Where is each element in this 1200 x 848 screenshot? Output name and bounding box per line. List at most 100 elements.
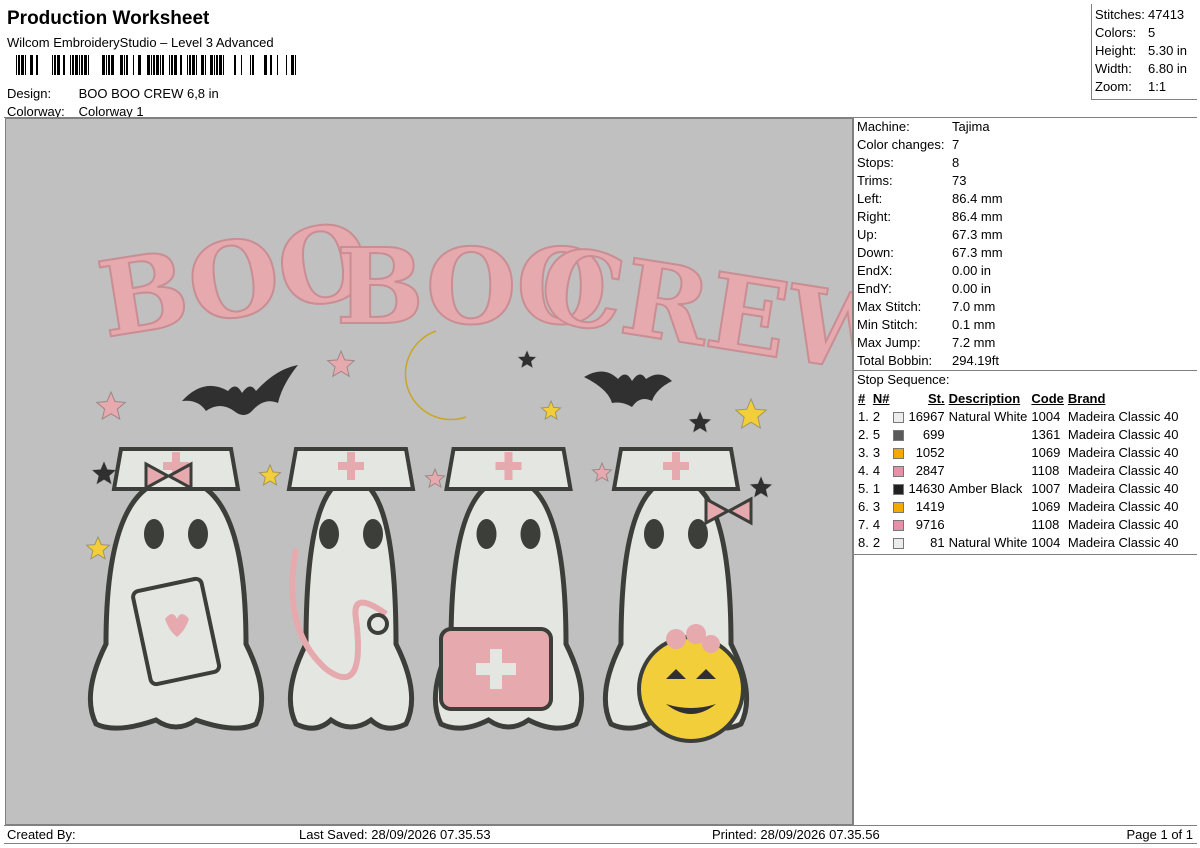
bat-icon-right xyxy=(584,371,672,407)
embroidery-artwork: BOO BOO CREW xyxy=(85,197,853,743)
cell-swatch xyxy=(891,497,906,515)
cell-stitches: 14630 xyxy=(908,480,945,496)
machine-row: Left: 86.4 mm xyxy=(857,191,1003,206)
star-icon xyxy=(517,349,537,369)
table-row: 5. 1 14630 Amber Black 1007 Madeira Classic 4… xyxy=(856,479,1180,497)
cell-swatch xyxy=(891,515,906,533)
cell-num: 4. xyxy=(858,462,869,478)
cell-code: 1069 xyxy=(1031,498,1061,514)
cell-stitches: 2847 xyxy=(915,462,945,478)
page-title: Production Worksheet xyxy=(7,8,210,29)
cell-code: 1361 xyxy=(1031,426,1061,442)
col-header-num: # xyxy=(858,390,866,406)
machine-row: Max Jump: 7.2 mm xyxy=(857,335,996,350)
star-icon xyxy=(688,410,712,433)
pumpkin-basket-icon xyxy=(637,635,745,743)
cell-needle: 3 xyxy=(872,444,881,460)
machine-row: Total Bobbin: 294.19ft xyxy=(857,353,999,368)
design-label: Design: xyxy=(7,86,52,101)
star-icon xyxy=(85,535,111,560)
cell-swatch xyxy=(891,407,906,425)
created-by: Created By: xyxy=(7,827,76,842)
cell-description xyxy=(947,443,1030,461)
cell-code: 1108 xyxy=(1031,516,1060,532)
star-icon xyxy=(734,397,768,429)
color-swatch xyxy=(893,429,905,441)
star-icon xyxy=(749,475,773,498)
star-icon xyxy=(91,460,117,485)
cell-swatch xyxy=(891,425,906,443)
machine-row: Stops: 8 xyxy=(857,155,960,170)
cell-num: 1. xyxy=(858,408,869,424)
cell-stitches: 1419 xyxy=(915,498,945,514)
table-row: 4. 4 2847 1108 Madeira Classic 40 xyxy=(856,461,1180,479)
page-number: Page 1 of 1 xyxy=(1126,827,1194,842)
cell-swatch xyxy=(891,461,906,479)
cell-description xyxy=(947,461,1030,479)
color-swatch xyxy=(893,519,905,531)
title-word-3: CREW xyxy=(532,222,853,401)
summary-row: Stitches: 47413 xyxy=(1095,7,1185,22)
col-header-swatch xyxy=(891,389,906,407)
table-row: 6. 3 1419 1069 Madeira Classic 40 xyxy=(856,497,1180,515)
cell-code: 1004 xyxy=(1031,408,1061,424)
design-preview: BOO BOO CREW xyxy=(5,118,853,825)
cell-brand: Madeira Classic 40 xyxy=(1067,498,1179,514)
cell-brand: Madeira Classic 40 xyxy=(1067,534,1179,550)
cell-description: Natural White xyxy=(948,408,1028,424)
color-swatch xyxy=(893,411,905,423)
cell-num: 2. xyxy=(858,426,869,442)
design-value: BOO BOO CREW 6,8 in xyxy=(78,86,219,101)
machine-row: Color changes: 7 xyxy=(857,137,960,152)
title-word-1: BOO xyxy=(91,198,378,362)
cell-num: 6. xyxy=(858,498,869,514)
barcode xyxy=(16,55,296,75)
machine-row: Down: 67.3 mm xyxy=(857,245,1003,260)
star-icon xyxy=(540,399,562,421)
machine-row: Trims: 73 xyxy=(857,173,967,188)
cell-needle: 2 xyxy=(872,408,881,424)
star-icon xyxy=(95,390,127,421)
col-header-stitches: St. xyxy=(928,390,945,406)
cell-num: 5. xyxy=(858,480,869,496)
cell-code: 1004 xyxy=(1031,534,1061,550)
cell-description: Amber Black xyxy=(948,480,1023,496)
color-swatch xyxy=(893,501,905,513)
summary-row: Height: 5.30 in xyxy=(1095,43,1188,58)
cell-stitches: 16967 xyxy=(908,408,945,424)
summary-row: Zoom: 1:1 xyxy=(1095,79,1167,94)
color-swatch xyxy=(893,447,905,459)
cell-stitches: 1052 xyxy=(915,444,945,460)
cell-brand: Madeira Classic 40 xyxy=(1067,408,1179,424)
cell-needle: 4 xyxy=(872,516,881,532)
machine-row: EndY: 0.00 in xyxy=(857,281,992,296)
cell-num: 8. xyxy=(858,534,869,550)
ghosts-group xyxy=(87,447,753,743)
star-icon xyxy=(258,463,282,486)
cell-swatch xyxy=(891,443,906,461)
cell-brand: Madeira Classic 40 xyxy=(1067,426,1179,442)
machine-info-list: Machine: Tajima Color changes: 7 Stops: 8 T… xyxy=(854,118,1197,370)
color-swatch xyxy=(893,465,905,477)
cell-num: 7. xyxy=(858,516,869,532)
col-header-needle: N# xyxy=(872,390,890,406)
cell-description xyxy=(947,515,1030,533)
summary-row: Width: 6.80 in xyxy=(1095,61,1188,76)
cell-needle: 4 xyxy=(872,462,881,478)
machine-row: Machine: Tajima xyxy=(857,119,990,134)
machine-row: Max Stitch: 7.0 mm xyxy=(857,299,996,314)
star-icon xyxy=(326,349,356,378)
worksheet-header: Production Worksheet Wilcom EmbroiderySt… xyxy=(5,4,1091,119)
table-row: 2. 5 699 1361 Madeira Classic 40 xyxy=(856,425,1180,443)
stop-sequence-table: # N# St. Description Code Brand 1. 2 16967… xyxy=(856,389,1180,551)
machine-row: Up: 67.3 mm xyxy=(857,227,1003,242)
cell-brand: Madeira Classic 40 xyxy=(1067,462,1179,478)
star-icon xyxy=(591,461,613,483)
table-row: 8. 2 81 Natural White 1004 Madeira Classic 40 xyxy=(856,533,1180,551)
cell-stitches: 9716 xyxy=(915,516,945,532)
table-row: 7. 4 9716 1108 Madeira Classic 40 xyxy=(856,515,1180,533)
col-header-brand: Brand xyxy=(1067,390,1106,406)
cell-swatch xyxy=(891,479,906,497)
cell-needle: 3 xyxy=(872,498,881,514)
printed-date: Printed: 28/09/2026 07.35.56 xyxy=(712,827,880,842)
